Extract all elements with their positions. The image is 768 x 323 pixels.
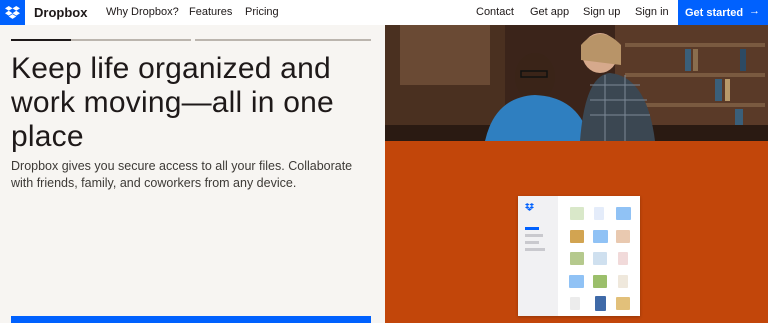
- nav-link-contact[interactable]: Contact: [476, 6, 514, 18]
- brand-name[interactable]: Dropbox: [34, 5, 87, 20]
- doc-icon[interactable]: [595, 296, 606, 311]
- dropbox-mini-icon: [525, 203, 534, 211]
- nav-link-get-app[interactable]: Get app: [530, 6, 569, 18]
- image-thumb-icon[interactable]: [570, 252, 584, 265]
- top-nav: Dropbox Why Dropbox? Features Pricing Co…: [0, 0, 768, 25]
- carousel-progress-1[interactable]: [11, 39, 191, 41]
- app-preview-sidebar: [518, 196, 558, 316]
- carousel-progress-2[interactable]: [195, 39, 371, 41]
- arrow-right-icon: →: [749, 5, 760, 17]
- image-thumb-icon[interactable]: [616, 230, 630, 243]
- hero-left-panel: Keep life organized and work moving—all …: [0, 25, 385, 323]
- folder-icon[interactable]: [616, 207, 631, 220]
- image-thumb-icon[interactable]: [593, 252, 607, 265]
- doc-icon[interactable]: [594, 207, 604, 220]
- doc-icon[interactable]: [618, 275, 628, 288]
- nav-link-why-dropbox[interactable]: Why Dropbox?: [106, 6, 179, 18]
- nav-link-sign-in[interactable]: Sign in: [635, 6, 669, 18]
- nav-link-sign-up[interactable]: Sign up: [583, 6, 620, 18]
- dropbox-logo-icon[interactable]: [0, 0, 25, 25]
- image-thumb-icon[interactable]: [593, 275, 607, 288]
- hero-subtext: Dropbox gives you secure access to all y…: [11, 159, 353, 190]
- file-thumb-icon[interactable]: [570, 207, 584, 220]
- nav-link-features[interactable]: Features: [189, 6, 232, 18]
- nav-link-pricing[interactable]: Pricing: [245, 6, 279, 18]
- image-thumb-icon[interactable]: [616, 297, 630, 310]
- app-preview-window: [518, 196, 640, 316]
- hero-cta-button[interactable]: [11, 316, 371, 323]
- doc-icon[interactable]: [618, 252, 628, 265]
- folder-icon[interactable]: [569, 275, 584, 288]
- folder-icon[interactable]: [593, 230, 608, 243]
- image-thumb-icon[interactable]: [570, 230, 584, 243]
- hero-headline: Keep life organized and work moving—all …: [11, 52, 334, 153]
- get-started-label: Get started: [685, 6, 744, 19]
- doc-icon[interactable]: [570, 297, 580, 310]
- get-started-button[interactable]: Get started →: [678, 0, 768, 25]
- hero-photo: [385, 25, 768, 141]
